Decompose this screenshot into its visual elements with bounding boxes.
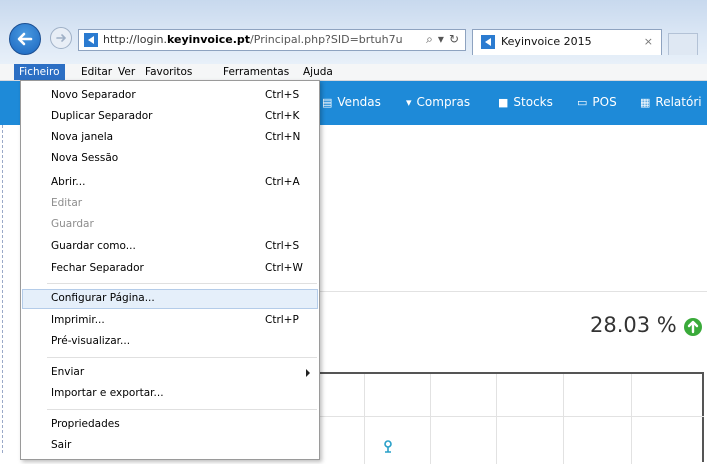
menu-item-sair[interactable]: Sair	[22, 436, 318, 456]
menu-item-duplicar-separador[interactable]: Duplicar Separador Ctrl+K	[22, 107, 318, 127]
url-path: /Principal.php?SID=brtuh7up974	[250, 33, 403, 46]
menu-item-shortcut: Ctrl+A	[265, 176, 300, 188]
nav-stocks-label: Stocks	[513, 95, 553, 109]
arrow-left-icon	[17, 32, 33, 46]
search-icon[interactable]: ⌕	[426, 32, 433, 47]
menu-item-editar: Editar	[22, 194, 318, 214]
menu-item-label: Abrir...	[51, 176, 86, 188]
menu-item-label: Fechar Separador	[51, 262, 144, 274]
menu-item-label: Duplicar Separador	[51, 110, 153, 122]
browser-tab[interactable]: Keyinvoice 2015 ×	[472, 29, 662, 55]
menu-item-abrir[interactable]: Abrir... Ctrl+A	[22, 173, 318, 193]
menu-item-configurar-pagina[interactable]: Configurar Página...	[22, 289, 318, 309]
arrow-up-glyph	[687, 320, 699, 334]
menu-ferramentas[interactable]: Ferramentas	[218, 64, 294, 80]
menu-ajuda[interactable]: Ajuda	[298, 64, 338, 80]
menu-item-label: Importar e exportar...	[51, 387, 164, 399]
url-domain: keyinvoice.pt	[167, 33, 251, 46]
new-tab-button[interactable]	[668, 33, 698, 55]
site-logo-icon	[84, 33, 98, 47]
forward-button[interactable]	[50, 27, 72, 49]
grid-line	[631, 374, 632, 464]
truck-icon: ■	[498, 96, 509, 109]
arrow-up-circle-icon	[684, 318, 702, 336]
menu-item-label: Imprimir...	[51, 314, 105, 326]
dropdown-icon[interactable]: ▾	[438, 32, 444, 46]
menu-item-novo-separador[interactable]: Novo Separador Ctrl+S	[22, 86, 318, 106]
menu-item-label: Guardar	[51, 218, 94, 230]
menu-item-nova-janela[interactable]: Nova janela Ctrl+N	[22, 128, 318, 148]
menu-favoritos[interactable]: Favoritos	[140, 64, 197, 80]
section-divider	[320, 291, 707, 292]
nav-vendas[interactable]: ▤ Vendas	[322, 95, 381, 109]
url-text[interactable]: http://login.keyinvoice.pt/Principal.php…	[103, 33, 403, 46]
menu-item-fechar-separador[interactable]: Fechar Separador Ctrl+W	[22, 259, 318, 279]
menu-item-label: Editar	[51, 197, 83, 209]
monitor-icon: ▭	[577, 96, 588, 109]
nav-relatorios-label: Relatóri	[655, 95, 702, 109]
browser-toolbar: http://login.keyinvoice.pt/Principal.php…	[0, 0, 707, 64]
nav-vendas-label: Vendas	[337, 95, 381, 109]
grid-line	[430, 374, 431, 464]
menu-separator	[47, 409, 317, 410]
back-button[interactable]	[9, 23, 41, 55]
nav-stocks[interactable]: ■ Stocks	[498, 95, 553, 109]
menu-ficheiro[interactable]: Ficheiro	[14, 64, 65, 80]
close-tab-icon[interactable]: ×	[644, 35, 653, 48]
menu-item-propriedades[interactable]: Propriedades	[22, 415, 318, 435]
menu-separator	[47, 283, 317, 284]
menu-item-shortcut: Ctrl+K	[265, 110, 300, 122]
document-icon: ▤	[322, 96, 333, 109]
menu-item-nova-sessao[interactable]: Nova Sessão	[22, 149, 318, 169]
menu-item-label: Propriedades	[51, 418, 120, 430]
grid-line	[496, 374, 497, 464]
refresh-icon[interactable]: ↻	[449, 32, 459, 46]
menu-editar[interactable]: Editar	[76, 64, 117, 80]
nav-pos[interactable]: ▭ POS	[577, 95, 617, 109]
nav-pos-label: POS	[592, 95, 617, 109]
grid-line	[364, 374, 365, 464]
menu-item-label: Pré-visualizar...	[51, 335, 131, 347]
grid-line	[563, 374, 564, 464]
menu-item-label: Guardar como...	[51, 240, 136, 252]
menu-item-shortcut: Ctrl+P	[265, 314, 299, 326]
menu-item-shortcut: Ctrl+S	[265, 240, 300, 252]
url-prefix: http://login.	[103, 33, 167, 46]
tab-title: Keyinvoice 2015	[501, 35, 592, 48]
menu-item-label: Configurar Página...	[51, 292, 155, 304]
menu-separator	[47, 357, 317, 358]
menu-item-imprimir[interactable]: Imprimir... Ctrl+P	[22, 311, 318, 331]
nav-compras[interactable]: ▾ Compras	[406, 95, 470, 109]
nav-compras-label: Compras	[416, 95, 471, 109]
menu-item-guardar-como[interactable]: Guardar como... Ctrl+S	[22, 237, 318, 257]
nav-relatorios[interactable]: ▦ Relatóri	[640, 95, 702, 109]
menu-ver[interactable]: Ver	[113, 64, 140, 80]
menu-item-importar-exportar[interactable]: Importar e exportar...	[22, 384, 318, 404]
address-bar[interactable]: http://login.keyinvoice.pt/Principal.php…	[78, 29, 466, 51]
tab-logo-icon	[481, 35, 495, 49]
menu-item-label: Novo Separador	[51, 89, 136, 101]
grid-line	[320, 416, 704, 417]
menu-item-label: Enviar	[51, 366, 85, 378]
menu-bar: Ficheiro Editar Ver Favoritos Ferramenta…	[0, 64, 707, 81]
menu-item-enviar[interactable]: Enviar	[22, 363, 318, 383]
menu-item-shortcut: Ctrl+S	[265, 89, 300, 101]
percentage-value: 28.03 %	[590, 313, 677, 337]
cart-icon: ▾	[406, 96, 412, 109]
menu-item-shortcut: Ctrl+N	[265, 131, 301, 143]
menu-item-label: Nova janela	[51, 131, 114, 143]
menu-item-shortcut: Ctrl+W	[265, 262, 303, 274]
menu-item-label: Sair	[51, 439, 72, 451]
menu-item-label: Nova Sessão	[51, 152, 119, 164]
submenu-arrow-icon	[306, 369, 310, 377]
menu-item-pre-visualizar[interactable]: Pré-visualizar...	[22, 332, 318, 352]
file-menu-dropdown: Novo Separador Ctrl+S Duplicar Separador…	[20, 80, 320, 460]
chart-area	[320, 372, 704, 464]
menu-item-guardar: Guardar	[22, 215, 318, 235]
map-pin-icon	[384, 440, 392, 453]
arrow-right-icon	[56, 34, 67, 42]
chart-icon: ▦	[640, 96, 651, 109]
